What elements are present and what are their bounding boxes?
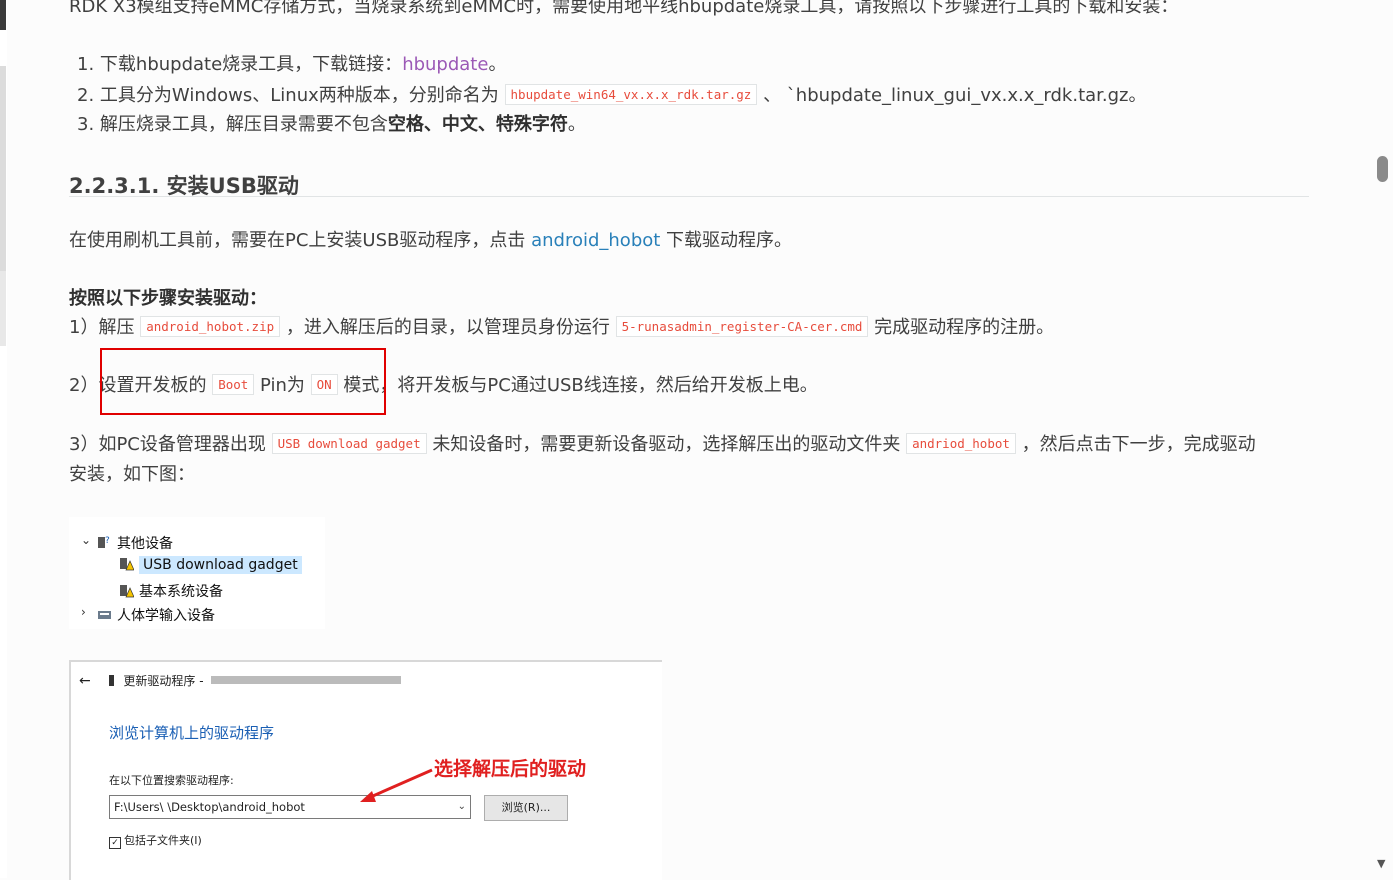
android-hobot-link[interactable]: android_hobot [531,230,660,251]
code-win64-filename: hbupdate_win64_vx.x.x_rdk.tar.gz [504,83,758,105]
code-driver-folder: andriod_hobot [906,433,1016,454]
step-text: 1）解压 [69,317,141,338]
driver-path-text: F:\Users\ \Desktop\android_hobot [114,800,305,814]
code-cmd-file: 5-runasadmin_register-CA-cer.cmd [615,316,869,337]
code-zip-file: android_hobot.zip [140,316,281,337]
usb-para-text: 在使用刷机工具前，需要在PC上安装USB驱动程序，点击 [69,230,532,251]
annotation-label: 选择解压后的驱动 [434,758,587,780]
scrollbar-thumb[interactable] [1377,156,1388,182]
chevron-right-icon: › [81,605,86,619]
list-tail: 、 `hbupdate_linux_gui_vx.x.x_rdk.tar.gz。 [763,84,1147,106]
step-3: 3）如PC设备管理器出现 USB download gadget 未知设备时，需… [69,430,1256,456]
heading-divider [69,196,1309,197]
step-text: ，然后点击下一步，完成驱动 [1015,434,1256,455]
left-edge-dark [0,0,6,30]
device-usb-gadget: USB download gadget [119,556,302,574]
steps-title: 按照以下步骤安装驱动： [69,288,267,309]
device-manager-image: ⌄ ? 其他设备 USB download gadget 基本系统设备 › 人体学… [69,517,325,629]
step-text: 3）如PC设备管理器出现 [69,434,272,455]
chevron-down-icon: ⌄ [81,533,92,547]
left-edge-bar [0,0,7,878]
step-text: 模式，将开发板与PC通过USB线连接，然后给开发板上电。 [337,375,818,396]
back-arrow-icon: ← [79,673,91,689]
intro-paragraph: RDK X3模组支持eMMC存储方式，当烧录系统到eMMC时，需要使用地平线hb… [69,0,1179,17]
step-text: 完成驱动程序的注册。 [868,317,1055,338]
dropdown-arrow-icon: ⌄ [457,801,466,812]
list-item-2: 2. 工具分为Windows、Linux两种版本，分别命名为 hbupdate_… [77,80,1147,111]
checkbox-icon: ✓ [109,837,121,849]
list-tail: 。 [567,114,586,135]
device-row-label: USB download gadget [139,556,302,574]
highlight-box [100,348,386,415]
list-item-3: 3. 解压烧录工具，解压目录需要不包含空格、中文、特殊字符。 [77,110,1147,140]
warning-icon [120,558,134,571]
svg-text:?: ? [105,536,110,546]
warning-icon [120,585,134,598]
device-row-label: 其他设备 [117,536,173,552]
page-scrollbar[interactable]: ▼ [1373,0,1393,878]
dialog-title: 更新驱动程序 - [123,674,204,688]
dialog-heading: 浏览计算机上的驱动程序 [109,724,275,742]
device-row-label: 人体学输入设备 [117,608,215,624]
list-num: 3. [77,114,95,135]
hid-device-icon [98,611,111,619]
list-num: 2. [77,84,95,106]
device-row-label: 基本系统设备 [139,584,223,600]
search-location-label: 在以下位置搜索驱动程序: [109,774,234,787]
include-subfolders-checkbox: ✓ 包括子文件夹(I) [109,832,202,849]
device-category-other: ? 其他设备 [97,533,173,553]
step-text: 未知设备时，需要更新设备驱动，选择解压出的驱动文件夹 [426,434,907,455]
dialog-title-bar: ← 更新驱动程序 - [79,672,402,689]
list-tail: 。 [488,54,507,75]
checkbox-label: 包括子文件夹(I) [124,834,202,847]
browse-button: 浏览(R)... [484,795,568,821]
step-text: ，进入解压后的目录，以管理员身份运行 [280,317,616,338]
list-num: 1. [77,54,95,75]
list-item-1: 1. 下载hbupdate烧录工具，下载链接：hbupdate。 [77,50,1147,80]
scroll-down-arrow-icon[interactable]: ▼ [1377,857,1385,870]
step-1: 1）解压 android_hobot.zip ，进入解压后的目录，以管理员身份运… [69,313,1054,339]
usb-para-tail: 下载驱动程序。 [660,230,793,251]
step-3-line-2: 安装，如下图： [69,464,195,485]
bold-text: 空格、中文、特殊字符 [387,114,568,135]
steps-list: 1. 下载hbupdate烧录工具，下载链接：hbupdate。 2. 工具分为… [77,50,1147,140]
unknown-device-icon: ? [98,536,110,548]
driver-update-image: ← 更新驱动程序 - 浏览计算机上的驱动程序 在以下位置搜索驱动程序: F:\U… [69,660,662,880]
list-text: 解压烧录工具，解压目录需要不包含 [99,114,388,135]
left-edge-panel-lower [0,271,6,346]
list-text: 下载hbupdate烧录工具，下载链接： [99,54,403,75]
device-category-hid: 人体学输入设备 [97,605,215,625]
annotation-arrow-icon [360,768,433,802]
usb-driver-paragraph: 在使用刷机工具前，需要在PC上安装USB驱动程序，点击 android_hobo… [69,226,792,252]
device-icon [108,675,114,686]
device-base-system: 基本系统设备 [119,581,223,601]
redacted-device-name [211,676,402,684]
left-edge-panel [0,66,6,271]
code-usb-gadget: USB download gadget [271,433,427,454]
hbupdate-link[interactable]: hbupdate [402,54,488,75]
list-text: 工具分为Windows、Linux两种版本，分别命名为 [99,84,499,106]
